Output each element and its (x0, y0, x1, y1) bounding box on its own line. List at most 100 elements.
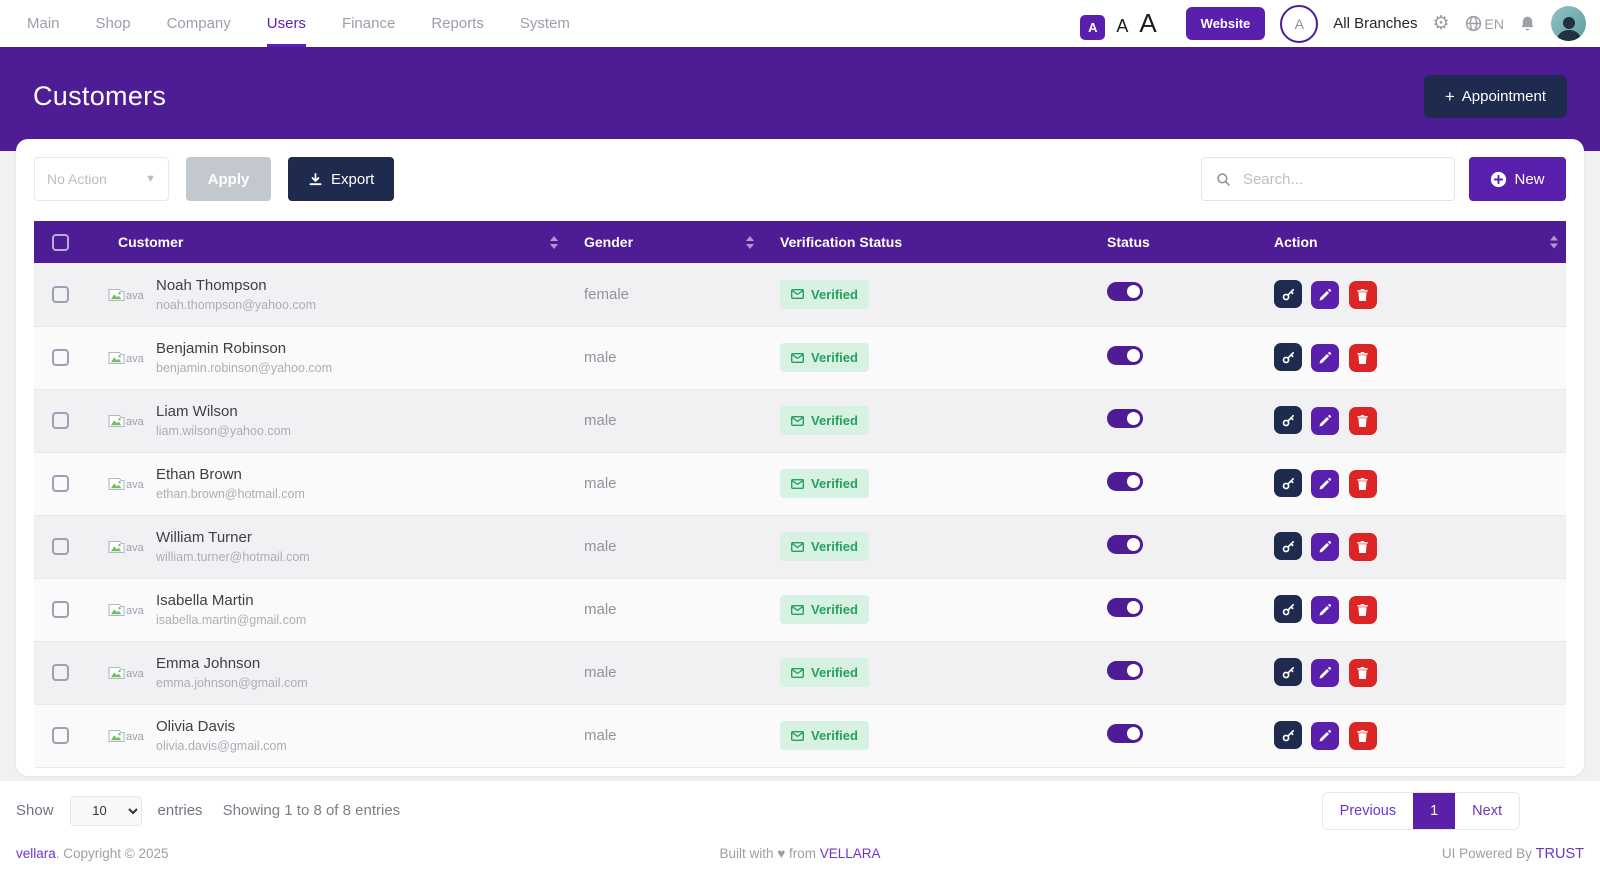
gender-cell: male (574, 326, 770, 389)
nav-item-users[interactable]: Users (267, 0, 306, 47)
customer-email: liam.wilson@yahoo.com (156, 424, 291, 438)
font-size-medium-button[interactable]: A (1116, 16, 1128, 37)
customer-name: Olivia Davis (156, 718, 287, 735)
gender-cell: female (574, 263, 770, 326)
trash-icon (1356, 288, 1369, 302)
edit-button[interactable] (1311, 281, 1339, 309)
table-row: ava Liam Wilson liam.wilson@yahoo.com ma… (34, 389, 1566, 452)
broken-image-icon (108, 413, 125, 428)
search-input[interactable] (1243, 171, 1440, 188)
edit-button[interactable] (1311, 470, 1339, 498)
row-checkbox[interactable] (52, 601, 69, 618)
pencil-icon (1318, 729, 1332, 743)
appointment-button[interactable]: + Appointment (1424, 75, 1567, 118)
delete-button[interactable] (1349, 659, 1377, 687)
delete-button[interactable] (1349, 407, 1377, 435)
gender-cell: male (574, 452, 770, 515)
website-button[interactable]: Website (1186, 7, 1266, 40)
edit-button[interactable] (1311, 344, 1339, 372)
status-toggle[interactable] (1107, 346, 1143, 365)
verified-badge: Verified (780, 658, 869, 687)
broken-avatar-image: ava (108, 287, 154, 302)
next-page-button[interactable]: Next (1455, 793, 1519, 829)
nav-item-reports[interactable]: Reports (431, 0, 484, 47)
column-header-gender[interactable]: Gender (574, 221, 770, 263)
edit-button[interactable] (1311, 722, 1339, 750)
table-row: ava Ethan Brown ethan.brown@hotmail.com … (34, 452, 1566, 515)
edit-button[interactable] (1311, 596, 1339, 624)
password-key-button[interactable] (1274, 280, 1302, 308)
row-checkbox[interactable] (52, 286, 69, 303)
edit-button[interactable] (1311, 407, 1339, 435)
password-key-button[interactable] (1274, 532, 1302, 560)
password-key-button[interactable] (1274, 469, 1302, 497)
edit-button[interactable] (1311, 659, 1339, 687)
page-1-button[interactable]: 1 (1413, 793, 1455, 829)
password-key-button[interactable] (1274, 595, 1302, 623)
user-avatar[interactable] (1551, 6, 1586, 41)
status-toggle[interactable] (1107, 724, 1143, 743)
export-button[interactable]: Export (288, 157, 394, 201)
font-size-small-button[interactable]: A (1080, 15, 1105, 40)
nav-item-finance[interactable]: Finance (342, 0, 395, 47)
bulk-action-select[interactable]: No Action ▼ (34, 157, 169, 201)
column-header-action[interactable]: Action (1262, 221, 1566, 263)
column-header-customer[interactable]: Customer (84, 221, 574, 263)
delete-button[interactable] (1349, 533, 1377, 561)
main-menu: Main Shop Company Users Finance Reports System (27, 0, 570, 47)
previous-page-button[interactable]: Previous (1323, 793, 1413, 829)
status-toggle[interactable] (1107, 661, 1143, 680)
new-button[interactable]: New (1469, 157, 1566, 201)
pencil-icon (1318, 414, 1332, 428)
status-toggle[interactable] (1107, 472, 1143, 491)
password-key-button[interactable] (1274, 406, 1302, 434)
footer-brand-link[interactable]: vellara (16, 846, 56, 861)
verified-badge: Verified (780, 406, 869, 435)
page-size-select[interactable]: 10 (70, 796, 142, 826)
row-checkbox[interactable] (52, 475, 69, 492)
status-toggle[interactable] (1107, 409, 1143, 428)
font-size-large-button[interactable]: A (1139, 8, 1156, 39)
nav-item-shop[interactable]: Shop (96, 0, 131, 47)
footer-trust-link[interactable]: TRUST (1536, 846, 1584, 862)
nav-item-company[interactable]: Company (167, 0, 231, 47)
delete-button[interactable] (1349, 596, 1377, 624)
delete-button[interactable] (1349, 722, 1377, 750)
column-header-status[interactable]: Status (1097, 221, 1262, 263)
pencil-icon (1318, 351, 1332, 365)
branches-selector[interactable]: All Branches (1333, 15, 1417, 32)
password-key-button[interactable] (1274, 721, 1302, 749)
status-toggle[interactable] (1107, 598, 1143, 617)
select-all-checkbox[interactable] (52, 234, 69, 251)
footer-vellara-link[interactable]: VELLARA (820, 846, 881, 861)
status-toggle[interactable] (1107, 535, 1143, 554)
password-key-button[interactable] (1274, 343, 1302, 371)
notifications-bell-icon[interactable] (1519, 15, 1536, 33)
row-checkbox[interactable] (52, 538, 69, 555)
customer-name: Emma Johnson (156, 655, 308, 672)
download-icon (308, 172, 323, 187)
edit-button[interactable] (1311, 533, 1339, 561)
nav-item-system[interactable]: System (520, 0, 570, 47)
status-toggle[interactable] (1107, 282, 1143, 301)
chevron-down-icon: ▼ (145, 173, 156, 185)
key-icon (1281, 413, 1296, 428)
delete-button[interactable] (1349, 344, 1377, 372)
row-checkbox[interactable] (52, 349, 69, 366)
key-icon (1281, 476, 1296, 491)
apply-button[interactable]: Apply (186, 157, 271, 201)
customer-email: ethan.brown@hotmail.com (156, 487, 305, 501)
row-checkbox[interactable] (52, 664, 69, 681)
branch-avatar[interactable]: A (1280, 5, 1318, 43)
language-selector[interactable]: EN (1465, 15, 1504, 32)
search-icon (1216, 171, 1231, 188)
table-row: ava Emma Johnson emma.johnson@gmail.com … (34, 641, 1566, 704)
column-header-verification[interactable]: Verification Status (770, 221, 1097, 263)
gear-icon[interactable]: ⚙ (1433, 14, 1450, 33)
delete-button[interactable] (1349, 470, 1377, 498)
row-checkbox[interactable] (52, 412, 69, 429)
password-key-button[interactable] (1274, 658, 1302, 686)
delete-button[interactable] (1349, 281, 1377, 309)
nav-item-main[interactable]: Main (27, 0, 60, 47)
row-checkbox[interactable] (52, 727, 69, 744)
